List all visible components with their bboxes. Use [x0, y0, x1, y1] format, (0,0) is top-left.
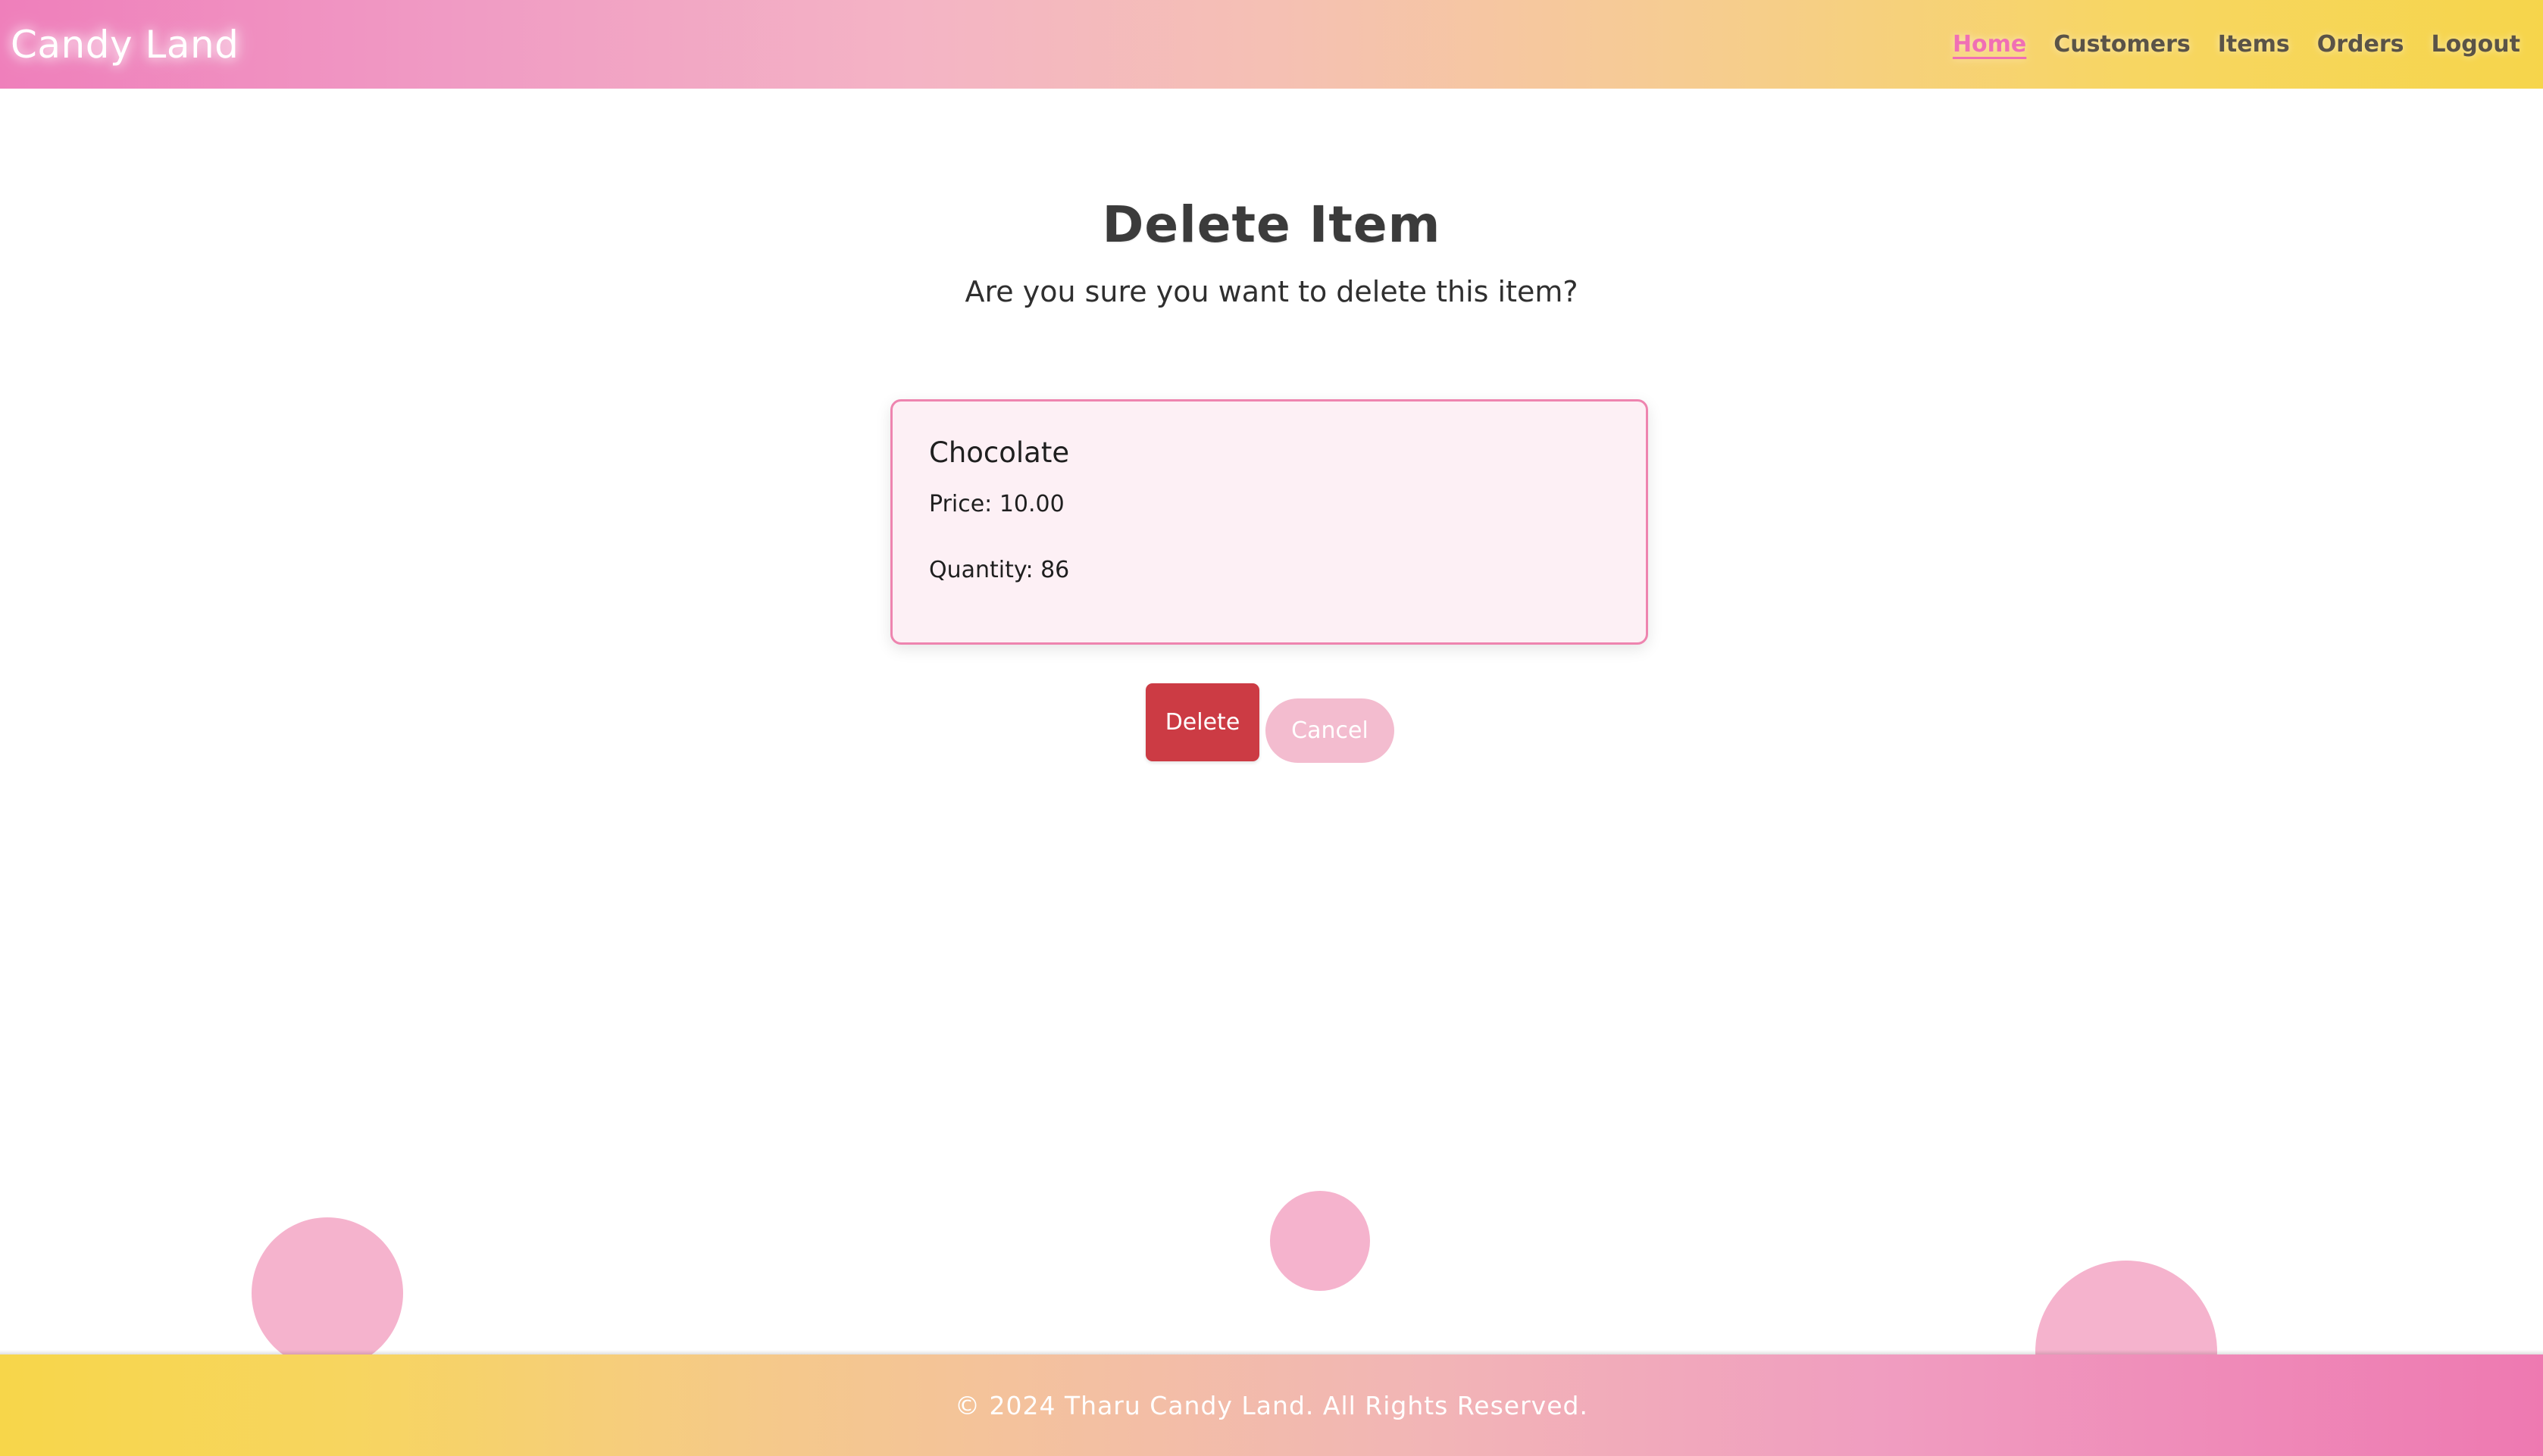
item-price: Price: 10.00: [929, 491, 1065, 517]
nav-link-logout[interactable]: Logout: [2431, 31, 2520, 58]
page-title: Delete Item: [1102, 195, 1441, 255]
cancel-button[interactable]: Cancel: [1265, 698, 1394, 763]
top-navbar: Candy Land Home Customers Items Orders L…: [0, 0, 2543, 89]
item-name: Chocolate: [929, 436, 1070, 469]
delete-button[interactable]: Delete: [1146, 683, 1259, 761]
action-buttons: Delete Cancel: [1146, 683, 1394, 763]
main-content: Delete Item Are you sure you want to del…: [0, 89, 2543, 1442]
item-quantity: Quantity: 86: [929, 557, 1070, 583]
confirmation-question: Are you sure you want to delete this ite…: [965, 275, 1578, 308]
primary-navigation: Home Customers Items Orders Logout: [1953, 31, 2526, 58]
page-footer: © 2024 Tharu Candy Land. All Rights Rese…: [0, 1354, 2543, 1456]
nav-link-orders[interactable]: Orders: [2317, 31, 2404, 58]
brand-logo[interactable]: Candy Land: [11, 23, 239, 67]
item-details-card: Chocolate Price: 10.00 Quantity: 86: [890, 399, 1648, 645]
nav-link-home[interactable]: Home: [1953, 31, 2026, 58]
decorative-circle-left: [252, 1217, 403, 1369]
nav-link-customers[interactable]: Customers: [2053, 31, 2190, 58]
nav-link-items[interactable]: Items: [2218, 31, 2290, 58]
decorative-circle-center: [1270, 1191, 1370, 1291]
footer-copyright: © 2024 Tharu Candy Land. All Rights Rese…: [955, 1390, 1588, 1420]
